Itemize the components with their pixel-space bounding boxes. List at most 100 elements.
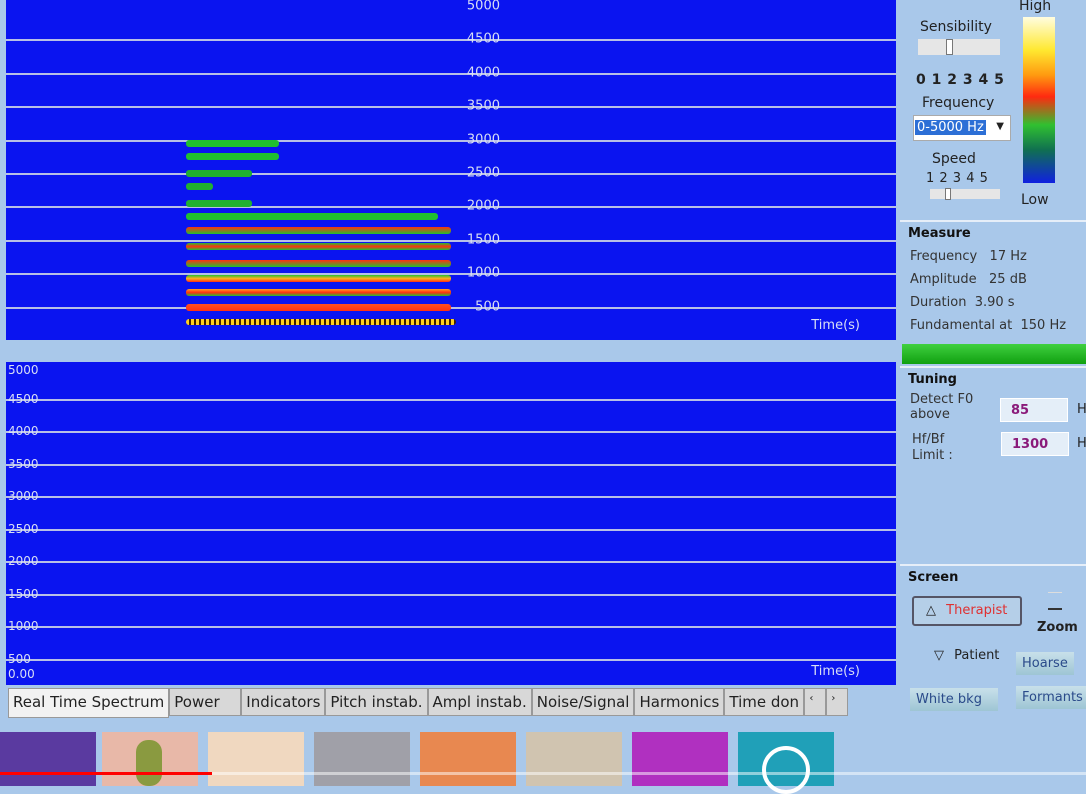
harmonic-band [186,260,451,268]
chevron-down-icon: ▼ [996,121,1004,132]
tab-ampl-instab[interactable]: Ampl instab. [427,688,532,716]
freq-label: 3000 [8,489,39,503]
freq-label: 3000 [466,132,500,148]
detect-f0-input[interactable]: 85 [1000,398,1068,422]
grid-line [6,496,896,498]
therapist-label: Therapist [946,603,1008,618]
tab-indicators[interactable]: Indicators [241,688,326,716]
measure-title: Measure [908,226,971,241]
speed-slider[interactable] [930,188,1000,200]
detect-label: Detect F0 above [910,392,974,422]
tab-pitch-instab[interactable]: Pitch instab. [325,688,428,716]
harmonic-band [186,303,451,311]
analysis-tabs: Real Time Spectrum Power Indicators Pitc… [8,688,849,718]
freq-label: 2500 [466,165,500,181]
speaker-icon[interactable] [526,732,622,786]
tuning-title: Tuning [908,372,957,387]
tab-power[interactable]: Power [169,688,242,716]
freq-label: 500 [8,651,31,666]
harmonic-band [186,288,451,296]
freq-label: 1000 [8,619,39,633]
zoom-toggle[interactable] [1048,592,1062,610]
tuning-panel: Tuning Detect F0 above 85 H Hf/Bf Limit … [900,366,1086,562]
grid-line [6,39,896,42]
formants-button[interactable]: Formants [1016,686,1086,709]
grid-line [6,173,896,175]
freq-label: 4500 [8,391,39,406]
harmonic-band [186,170,253,177]
harmonic-band [186,139,279,147]
frequency-select[interactable]: 0-5000 Hz ▼ [913,115,1011,141]
time-axis-label: Time(s) [811,664,860,679]
help-icon[interactable] [738,732,834,794]
sensibility-scale: 0 1 2 3 4 5 [916,72,1004,88]
freq-label: 2000 [8,554,39,568]
freq-label: 3500 [466,98,500,114]
grid-line [6,658,896,661]
tab-real-time-spectrum[interactable]: Real Time Spectrum [8,688,170,718]
freq-label: 4000 [8,424,39,438]
sensibility-label: Sensibility [920,19,992,35]
freq-label: 3500 [8,456,39,471]
harmonic-band [186,213,438,221]
freq-label: 2500 [8,521,39,536]
frequency-value: 0-5000 Hz [915,120,986,135]
zoom-label: Zoom [1037,620,1078,635]
fundamental-band [186,319,456,325]
grid-line [6,626,896,628]
freq-label: 2000 [466,198,500,214]
color-scale [1023,17,1055,183]
freq-label: 5000 [8,363,39,377]
harmonic-band [186,243,451,251]
microphone-icon[interactable] [102,732,198,786]
measure-fundamental: Fundamental at 150 Hz [910,318,1067,333]
settings-panel: Sensibility 0 1 2 3 4 5 Frequency 0-5000… [900,0,1086,220]
measure-frequency: Frequency 17 Hz [910,249,1027,264]
harmonic-band [186,274,451,282]
top-spectrogram: 5000 4500 4000 3500 3000 2500 2000 1500 1000 500 T… [6,0,896,340]
grid-line [6,273,896,276]
harmonic-band [186,200,253,208]
patient-label: Patient [954,648,1000,663]
white-bkg-button[interactable]: White bkg [910,688,998,711]
frequency-label: Frequency [922,95,995,111]
harmonic-band [186,183,213,191]
triangle-down-icon: ▽ [934,648,944,663]
eraser-icon[interactable] [208,732,304,786]
time-axis-label: Time(s) [811,318,860,333]
freq-label: 500 [475,299,500,315]
folder-icon[interactable] [420,732,516,786]
reset-icon[interactable] [0,732,96,786]
grid-line [6,72,896,75]
grid-line [6,593,896,596]
grid-line [6,398,896,401]
measure-amplitude: Amplitude 25 dB [910,272,1027,287]
grid-line [6,431,896,433]
harmonic-band [186,153,279,161]
video-progress[interactable] [0,772,1086,775]
tab-noise-signal[interactable]: Noise/Signal [531,688,635,716]
limit-input[interactable]: 1300 [1001,432,1069,456]
grid-line [6,106,896,109]
sensibility-slider[interactable] [918,39,1000,55]
limit-label: Hf/Bf Limit : [912,432,953,463]
screen-panel: Screen △ Therapist Zoom ▽ Patient Hoarse… [900,564,1086,722]
color-low-label: Low [1021,192,1049,208]
bottom-spectrogram: 5000 4500 4000 3500 3000 2500 2000 1500 1000 500 0… [6,362,896,685]
origin-label: 0.00 [8,667,35,681]
grid-line [6,528,896,531]
speed-scale: 1 2 3 4 5 [926,171,988,186]
freq-label: 4500 [466,31,500,47]
tab-scroll-left[interactable]: ‹ [804,688,827,716]
therapist-button[interactable]: △ Therapist [912,596,1022,626]
grid-line [6,463,896,466]
usb-icon[interactable] [314,732,410,786]
tab-harmonics[interactable]: Harmonics [634,688,725,716]
tab-time-domain[interactable]: Time don [724,688,805,716]
patient-button[interactable]: ▽ Patient [934,648,999,663]
hoarse-button[interactable]: Hoarse [1016,652,1074,675]
tab-scroll-right[interactable]: › [826,688,849,716]
grid-line [6,239,896,242]
voice-icon[interactable] [632,732,728,786]
triangle-up-icon: △ [926,603,936,618]
